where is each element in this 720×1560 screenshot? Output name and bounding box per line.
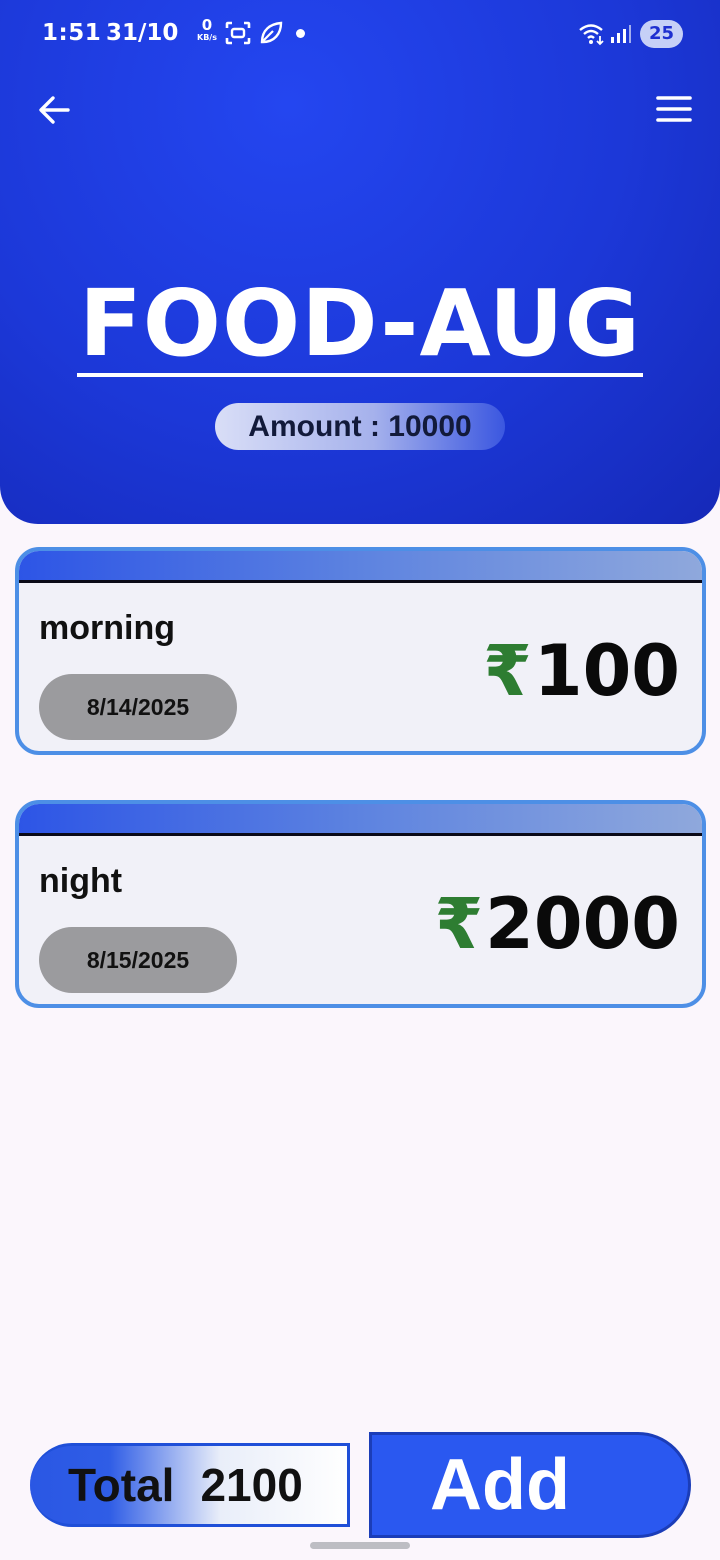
total-value: 2100 bbox=[200, 1459, 303, 1511]
expense-list-screen: 1:51 31/10 0 KB/s 25 FOOD-AUG Amount: 1… bbox=[0, 0, 720, 1560]
expense-card[interactable]: night 8/15/2025 ₹ 2000 bbox=[15, 800, 706, 1008]
network-speed-unit: KB/s bbox=[197, 33, 217, 42]
add-expense-button[interactable]: Add bbox=[369, 1432, 691, 1538]
budget-amount-badge: Amount : 10000 bbox=[215, 403, 505, 450]
network-speed: 0 KB/s bbox=[190, 18, 224, 42]
expense-amount: ₹ 2000 bbox=[434, 884, 680, 964]
rupee-icon: ₹ bbox=[483, 630, 532, 712]
battery-indicator: 25 bbox=[640, 20, 683, 48]
status-bar: 1:51 31/10 0 KB/s 25 bbox=[0, 0, 720, 70]
expense-label: night bbox=[39, 862, 123, 900]
header-panel: 1:51 31/10 0 KB/s 25 FOOD-AUG Amount: 1… bbox=[0, 0, 720, 524]
hamburger-menu-icon[interactable] bbox=[654, 92, 694, 128]
rupee-icon: ₹ bbox=[434, 883, 484, 965]
expense-amount-value: 100 bbox=[533, 630, 680, 712]
leaf-icon bbox=[260, 21, 283, 44]
expense-amount: ₹ 100 bbox=[483, 631, 680, 711]
page-title-text: FOOD-AUG bbox=[76, 270, 644, 377]
home-indicator[interactable] bbox=[310, 1542, 410, 1549]
screenshot-icon bbox=[225, 21, 251, 45]
signal-icon bbox=[611, 25, 631, 43]
expense-date-badge: 8/15/2025 bbox=[39, 927, 237, 993]
wifi-icon bbox=[579, 24, 604, 46]
status-time: 1:51 bbox=[42, 20, 102, 46]
expense-card-header-bar bbox=[19, 804, 702, 836]
expense-card[interactable]: morning 8/14/2025 ₹ 100 bbox=[15, 547, 706, 755]
total-summary: Total 2100 bbox=[30, 1443, 350, 1527]
expense-label: morning bbox=[39, 609, 175, 647]
status-date: 31/10 bbox=[106, 20, 179, 46]
expense-date-badge: 8/14/2025 bbox=[39, 674, 237, 740]
page-title: FOOD-AUG bbox=[0, 270, 720, 377]
total-label: Total bbox=[68, 1459, 175, 1511]
back-arrow-icon[interactable] bbox=[34, 90, 74, 130]
notification-dot bbox=[296, 29, 305, 38]
expense-amount-value: 2000 bbox=[485, 883, 680, 965]
network-speed-value: 0 bbox=[201, 16, 213, 34]
expense-card-header-bar bbox=[19, 551, 702, 583]
